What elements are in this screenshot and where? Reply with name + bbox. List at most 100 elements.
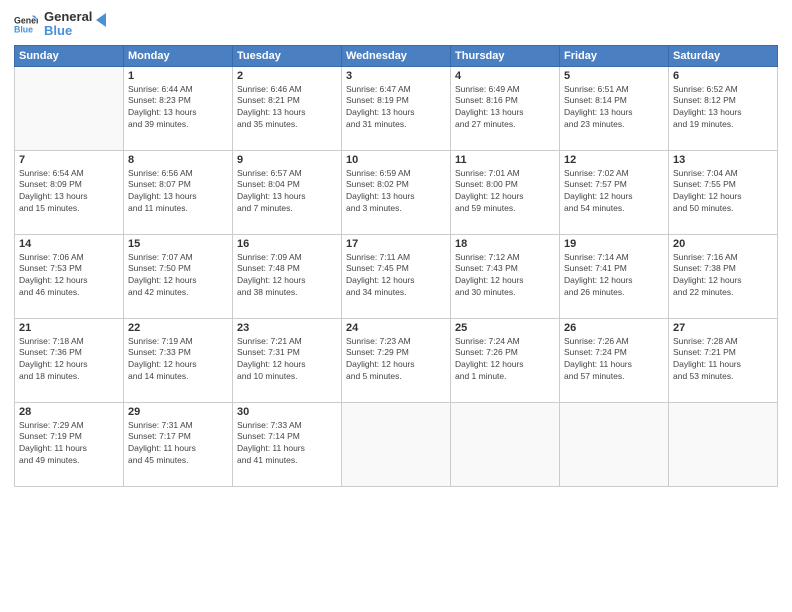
day-info: Sunrise: 7:24 AM Sunset: 7:26 PM Dayligh… — [455, 336, 555, 384]
calendar-cell: 18 Sunrise: 7:12 AM Sunset: 7:43 PM Dayli… — [451, 234, 560, 318]
calendar-cell: 6 Sunrise: 6:52 AM Sunset: 8:12 PM Daylig… — [669, 66, 778, 150]
logo: General Blue General Blue — [14, 10, 110, 39]
day-info: Sunrise: 7:04 AM Sunset: 7:55 PM Dayligh… — [673, 168, 773, 216]
day-info: Sunrise: 7:33 AM Sunset: 7:14 PM Dayligh… — [237, 420, 337, 468]
svg-text:Blue: Blue — [14, 25, 33, 35]
day-number: 3 — [346, 70, 446, 82]
day-info: Sunrise: 7:21 AM Sunset: 7:31 PM Dayligh… — [237, 336, 337, 384]
calendar-cell: 29 Sunrise: 7:31 AM Sunset: 7:17 PM Dayli… — [124, 402, 233, 486]
day-number: 7 — [19, 154, 119, 166]
day-info: Sunrise: 7:31 AM Sunset: 7:17 PM Dayligh… — [128, 420, 228, 468]
calendar-week-row: 7 Sunrise: 6:54 AM Sunset: 8:09 PM Daylig… — [15, 150, 778, 234]
calendar-cell: 22 Sunrise: 7:19 AM Sunset: 7:33 PM Dayli… — [124, 318, 233, 402]
calendar-cell: 1Sunrise: 6:44 AM Sunset: 8:23 PM Daylig… — [124, 66, 233, 150]
day-info: Sunrise: 7:23 AM Sunset: 7:29 PM Dayligh… — [346, 336, 446, 384]
calendar-cell — [342, 402, 451, 486]
calendar-week-row: 28 Sunrise: 7:29 AM Sunset: 7:19 PM Dayli… — [15, 402, 778, 486]
calendar-cell: 14 Sunrise: 7:06 AM Sunset: 7:53 PM Dayli… — [15, 234, 124, 318]
day-info: Sunrise: 6:57 AM Sunset: 8:04 PM Dayligh… — [237, 168, 337, 216]
day-number: 22 — [128, 322, 228, 334]
day-info: Sunrise: 7:19 AM Sunset: 7:33 PM Dayligh… — [128, 336, 228, 384]
day-number: 2 — [237, 70, 337, 82]
day-number: 26 — [564, 322, 664, 334]
day-number: 14 — [19, 238, 119, 250]
calendar-table: Sunday Monday Tuesday Wednesday Thursday… — [14, 45, 778, 487]
day-info: Sunrise: 7:07 AM Sunset: 7:50 PM Dayligh… — [128, 252, 228, 300]
col-saturday: Saturday — [669, 45, 778, 66]
day-info: Sunrise: 6:47 AM Sunset: 8:19 PM Dayligh… — [346, 84, 446, 132]
day-number: 11 — [455, 154, 555, 166]
day-number: 28 — [19, 406, 119, 418]
day-number: 21 — [19, 322, 119, 334]
calendar-cell: 30 Sunrise: 7:33 AM Sunset: 7:14 PM Dayli… — [233, 402, 342, 486]
col-friday: Friday — [560, 45, 669, 66]
col-thursday: Thursday — [451, 45, 560, 66]
calendar-cell: 15 Sunrise: 7:07 AM Sunset: 7:50 PM Dayli… — [124, 234, 233, 318]
day-number: 24 — [346, 322, 446, 334]
calendar-week-row: 21 Sunrise: 7:18 AM Sunset: 7:36 PM Dayli… — [15, 318, 778, 402]
logo-arrow-icon — [92, 11, 110, 29]
day-info: Sunrise: 7:18 AM Sunset: 7:36 PM Dayligh… — [19, 336, 119, 384]
day-info: Sunrise: 6:52 AM Sunset: 8:12 PM Dayligh… — [673, 84, 773, 132]
day-info: Sunrise: 6:59 AM Sunset: 8:02 PM Dayligh… — [346, 168, 446, 216]
day-info: Sunrise: 7:11 AM Sunset: 7:45 PM Dayligh… — [346, 252, 446, 300]
calendar-cell — [560, 402, 669, 486]
calendar-cell: 7 Sunrise: 6:54 AM Sunset: 8:09 PM Daylig… — [15, 150, 124, 234]
col-sunday: Sunday — [15, 45, 124, 66]
day-number: 16 — [237, 238, 337, 250]
calendar-cell: 20Sunrise: 7:16 AM Sunset: 7:38 PM Dayli… — [669, 234, 778, 318]
day-info: Sunrise: 7:14 AM Sunset: 7:41 PM Dayligh… — [564, 252, 664, 300]
calendar-week-row: 1Sunrise: 6:44 AM Sunset: 8:23 PM Daylig… — [15, 66, 778, 150]
day-number: 15 — [128, 238, 228, 250]
day-info: Sunrise: 7:12 AM Sunset: 7:43 PM Dayligh… — [455, 252, 555, 300]
page: General Blue General Blue Sunday Monday … — [0, 0, 792, 612]
day-number: 17 — [346, 238, 446, 250]
calendar-cell: 19 Sunrise: 7:14 AM Sunset: 7:41 PM Dayli… — [560, 234, 669, 318]
day-info: Sunrise: 6:49 AM Sunset: 8:16 PM Dayligh… — [455, 84, 555, 132]
calendar-cell — [451, 402, 560, 486]
calendar-cell: 24 Sunrise: 7:23 AM Sunset: 7:29 PM Dayli… — [342, 318, 451, 402]
day-info: Sunrise: 7:26 AM Sunset: 7:24 PM Dayligh… — [564, 336, 664, 384]
calendar-cell: 17 Sunrise: 7:11 AM Sunset: 7:45 PM Dayli… — [342, 234, 451, 318]
day-info: Sunrise: 6:56 AM Sunset: 8:07 PM Dayligh… — [128, 168, 228, 216]
logo-text-general: General — [44, 10, 92, 24]
col-monday: Monday — [124, 45, 233, 66]
calendar-cell: 9Sunrise: 6:57 AM Sunset: 8:04 PM Daylig… — [233, 150, 342, 234]
logo-text-blue: Blue — [44, 24, 92, 38]
calendar-header-row: Sunday Monday Tuesday Wednesday Thursday… — [15, 45, 778, 66]
day-number: 30 — [237, 406, 337, 418]
calendar-cell: 28 Sunrise: 7:29 AM Sunset: 7:19 PM Dayli… — [15, 402, 124, 486]
day-number: 27 — [673, 322, 773, 334]
calendar-cell: 4Sunrise: 6:49 AM Sunset: 8:16 PM Daylig… — [451, 66, 560, 150]
day-number: 29 — [128, 406, 228, 418]
day-number: 6 — [673, 70, 773, 82]
day-number: 20 — [673, 238, 773, 250]
day-number: 18 — [455, 238, 555, 250]
day-info: Sunrise: 6:44 AM Sunset: 8:23 PM Dayligh… — [128, 84, 228, 132]
calendar-cell: 23Sunrise: 7:21 AM Sunset: 7:31 PM Dayli… — [233, 318, 342, 402]
day-info: Sunrise: 6:51 AM Sunset: 8:14 PM Dayligh… — [564, 84, 664, 132]
calendar-cell: 25Sunrise: 7:24 AM Sunset: 7:26 PM Dayli… — [451, 318, 560, 402]
calendar-week-row: 14 Sunrise: 7:06 AM Sunset: 7:53 PM Dayli… — [15, 234, 778, 318]
day-number: 5 — [564, 70, 664, 82]
day-info: Sunrise: 7:29 AM Sunset: 7:19 PM Dayligh… — [19, 420, 119, 468]
day-number: 10 — [346, 154, 446, 166]
calendar-cell: 21 Sunrise: 7:18 AM Sunset: 7:36 PM Dayli… — [15, 318, 124, 402]
calendar-cell: 5 Sunrise: 6:51 AM Sunset: 8:14 PM Daylig… — [560, 66, 669, 150]
calendar-cell — [15, 66, 124, 150]
col-tuesday: Tuesday — [233, 45, 342, 66]
day-info: Sunrise: 6:46 AM Sunset: 8:21 PM Dayligh… — [237, 84, 337, 132]
day-number: 12 — [564, 154, 664, 166]
day-info: Sunrise: 6:54 AM Sunset: 8:09 PM Dayligh… — [19, 168, 119, 216]
day-info: Sunrise: 7:09 AM Sunset: 7:48 PM Dayligh… — [237, 252, 337, 300]
calendar-cell: 2 Sunrise: 6:46 AM Sunset: 8:21 PM Daylig… — [233, 66, 342, 150]
calendar-cell: 8Sunrise: 6:56 AM Sunset: 8:07 PM Daylig… — [124, 150, 233, 234]
calendar-cell: 10 Sunrise: 6:59 AM Sunset: 8:02 PM Dayli… — [342, 150, 451, 234]
header: General Blue General Blue — [14, 10, 778, 39]
day-info: Sunrise: 7:01 AM Sunset: 8:00 PM Dayligh… — [455, 168, 555, 216]
logo-icon: General Blue — [14, 14, 38, 34]
day-number: 19 — [564, 238, 664, 250]
day-info: Sunrise: 7:06 AM Sunset: 7:53 PM Dayligh… — [19, 252, 119, 300]
day-number: 13 — [673, 154, 773, 166]
col-wednesday: Wednesday — [342, 45, 451, 66]
